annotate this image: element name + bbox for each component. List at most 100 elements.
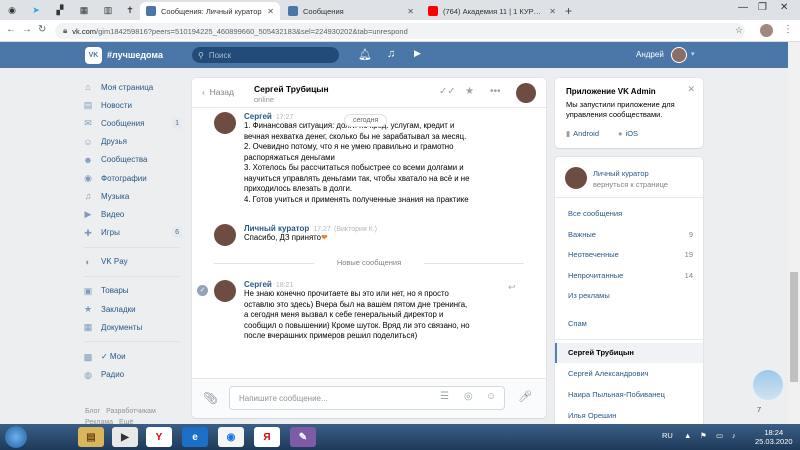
yandex-browser-icon[interactable]: Я	[254, 427, 280, 447]
forward-arrow-icon[interactable]: →	[22, 24, 32, 35]
play-icon[interactable]: ▶	[414, 48, 421, 59]
filter-item[interactable]: Из рекламы	[568, 291, 693, 300]
monitor-icon[interactable]: ▭	[716, 431, 723, 440]
filter-item[interactable]: Непрочитанные 14	[568, 271, 693, 280]
pinned-tab-3[interactable]: ▞	[50, 3, 70, 17]
dialog-item[interactable]: Наира Пыльная-Побиванец	[555, 385, 703, 405]
reload-icon[interactable]: ↻	[38, 24, 46, 35]
kebab-menu-icon[interactable]: ⋮	[783, 24, 793, 35]
dialog-item[interactable]: Сергей Трубицын	[555, 343, 703, 363]
new-tab-button[interactable]: +	[565, 4, 572, 18]
message-author[interactable]: Сергей	[244, 112, 272, 121]
user-name[interactable]: Андрей	[636, 50, 664, 59]
sender-avatar[interactable]	[214, 112, 236, 134]
ie-icon[interactable]: e	[182, 427, 208, 447]
bookmark-star-icon[interactable]: ☆	[735, 25, 743, 36]
message-author[interactable]: Сергей	[244, 280, 272, 289]
search-input[interactable]	[208, 50, 319, 60]
footer-link-developers[interactable]: Разработчикам	[106, 408, 156, 415]
sidebar-item[interactable]: ▦ Документы	[82, 318, 184, 336]
tray-chevron-icon[interactable]: ▲	[684, 431, 691, 440]
dialog-item[interactable]: Сергей Александрович	[555, 364, 703, 384]
footer-link-blog[interactable]: Блог	[85, 408, 100, 415]
vk-logo[interactable]: VK	[85, 47, 102, 64]
tab-messages-curator[interactable]: Сообщения: Личный куратор ✕	[140, 2, 280, 20]
app-icon[interactable]: ✎	[290, 427, 316, 447]
sidebar-item[interactable]: ✉ Сообщения 1	[82, 114, 184, 132]
search-box[interactable]: ⚲	[192, 47, 339, 63]
scrollbar-thumb[interactable]	[790, 272, 798, 382]
chat-bubble-count[interactable]: 7	[757, 405, 761, 414]
chat-bubble-avatar[interactable]	[753, 370, 783, 400]
windows-start-button[interactable]	[5, 426, 27, 448]
sidebar-item[interactable]: ◉ Фотографии	[82, 169, 184, 187]
dialog-item[interactable]: Илья Орешин	[555, 406, 703, 426]
close-icon[interactable]: ✕	[267, 7, 274, 16]
filter-item[interactable]: Все сообщения	[568, 209, 693, 218]
star-icon[interactable]: ★	[465, 86, 474, 97]
music-note-icon[interactable]: ♫	[387, 48, 395, 60]
window-close-button[interactable]: ✕	[780, 2, 788, 13]
more-icon[interactable]: •••	[490, 86, 501, 97]
android-link[interactable]: ▮ Android	[566, 129, 599, 138]
sender-avatar[interactable]	[214, 280, 236, 302]
back-button[interactable]: ‹ Назад	[202, 87, 234, 97]
flag-icon[interactable]: ⚑	[700, 431, 707, 440]
close-icon[interactable]: ✕	[687, 84, 695, 95]
maximize-button[interactable]: ❐	[758, 2, 767, 13]
peer-name[interactable]: Сергей Трубицын	[254, 84, 329, 94]
check-circle-icon[interactable]: ✓	[197, 285, 208, 296]
yandex-icon[interactable]: Y	[146, 427, 172, 447]
ios-link[interactable]: ● iOS	[618, 129, 638, 138]
volume-icon[interactable]: ♪	[732, 431, 736, 440]
filter-item[interactable]: Неотвеченные 19	[568, 250, 693, 259]
tab-youtube-academy[interactable]: (764) Академия 11 | 1 КУРС | Ид ✕	[422, 2, 562, 20]
sidebar-item[interactable]: ♫ Музыка	[82, 187, 184, 205]
sidebar-item[interactable]: ☺ Друзья	[82, 133, 184, 151]
bell-icon[interactable]: 🔔︎	[358, 48, 372, 61]
paperclip-icon[interactable]: 📎︎	[203, 391, 218, 405]
back-arrow-icon[interactable]: ←	[6, 24, 16, 35]
profile-avatar[interactable]	[760, 24, 773, 37]
camera-icon[interactable]: ◎	[464, 391, 473, 402]
pinned-tab-6[interactable]: ✝	[120, 3, 140, 17]
page-scrollbar[interactable]	[788, 42, 800, 424]
pinned-tab-4[interactable]: ▦	[74, 3, 94, 17]
sidebar-item[interactable]: ▤ Новости	[82, 96, 184, 114]
filter-item[interactable]: Спам	[568, 319, 693, 328]
sender-avatar[interactable]	[214, 224, 236, 246]
sidebar-item[interactable]: ▩ ✓ Мои	[82, 347, 184, 365]
hashtag-label[interactable]: #лучшедома	[107, 50, 163, 60]
sidebar-item[interactable]: ▶ Видео	[82, 205, 184, 223]
double-check-icon[interactable]: ✓✓	[439, 86, 456, 97]
url-field[interactable]: 🔒︎ vk.com/gim184259816?peers=510194225_4…	[55, 23, 745, 39]
filter-item[interactable]: Важные 9	[568, 230, 693, 239]
media-icon[interactable]: ▶	[112, 427, 138, 447]
language-indicator[interactable]: RU	[662, 431, 673, 440]
microphone-icon[interactable]: 🎤︎	[518, 390, 532, 403]
pinned-tab-2[interactable]: ➤	[26, 3, 46, 17]
sidebar-item[interactable]: ▣ Товары	[82, 282, 184, 300]
sidebar-item[interactable]: ★ Закладки	[82, 300, 184, 318]
user-avatar[interactable]	[671, 47, 687, 63]
close-icon[interactable]: ✕	[549, 7, 556, 16]
close-icon[interactable]: ✕	[407, 7, 414, 16]
chevron-down-icon[interactable]: ▾	[691, 50, 695, 58]
tab-messages[interactable]: Сообщения ✕	[282, 2, 420, 20]
pinned-tab-1[interactable]: ◉	[2, 3, 22, 17]
news-icon: ▤	[83, 100, 93, 111]
pinned-tab-5[interactable]: ▥	[98, 3, 118, 17]
message-author[interactable]: Личный куратор	[244, 224, 309, 233]
template-icon[interactable]: ☰	[440, 391, 449, 402]
sidebar-item[interactable]: ⌂ Моя страница	[82, 78, 184, 96]
smile-icon[interactable]: ☺	[486, 391, 496, 402]
sidebar-item[interactable]: ◐ VK Pay	[82, 253, 184, 271]
sidebar-item[interactable]: ◍ Радио	[82, 366, 184, 384]
sidebar-item[interactable]: ✚ Игры 6	[82, 224, 184, 242]
sidebar-item[interactable]: ☻ Сообщества	[82, 151, 184, 169]
peer-avatar[interactable]	[516, 83, 536, 103]
chrome-icon[interactable]: ◉	[218, 427, 244, 447]
system-clock[interactable]: 18:24 25.03.2020	[755, 428, 793, 446]
minimize-button[interactable]: —	[738, 2, 748, 13]
explorer-icon[interactable]: ▤	[78, 427, 104, 447]
